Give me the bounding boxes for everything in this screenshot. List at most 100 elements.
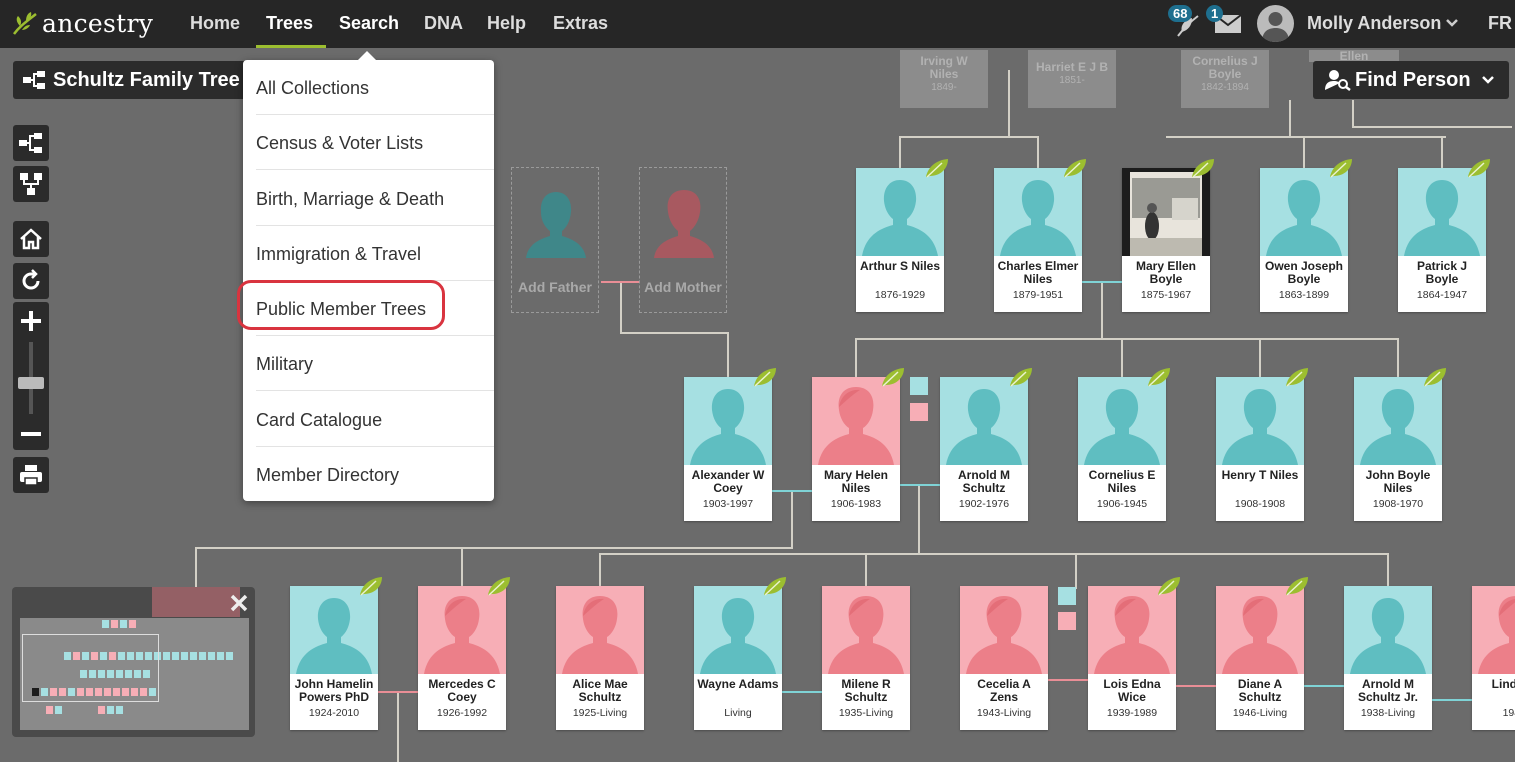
faded-person-card[interactable]: Cornelius J Boyle 1842-1894	[1181, 50, 1269, 108]
hint-leaf-icon[interactable]	[486, 575, 512, 602]
female-silhouette-icon	[960, 586, 1048, 674]
hint-leaf-icon[interactable]	[1422, 366, 1448, 393]
hint-leaf-icon[interactable]	[1284, 366, 1310, 393]
find-person-button[interactable]: Find Person	[1313, 61, 1509, 99]
spouse-male-small-icon[interactable]	[1058, 587, 1076, 605]
person-card[interactable]: Lois Edna Wice 1939-1989	[1088, 577, 1180, 730]
logo-text: ancestry	[42, 8, 154, 38]
couple-connector	[1432, 699, 1472, 701]
person-card[interactable]: Arnold M Schultz Jr. 1938-Living	[1344, 586, 1432, 730]
chevron-down-icon[interactable]	[1445, 18, 1459, 28]
language-switch[interactable]: FR	[1488, 13, 1512, 34]
person-card[interactable]: Arthur S Niles 1876-1929	[856, 159, 948, 312]
add-father-card[interactable]: Add Father	[511, 167, 599, 313]
chevron-down-icon	[1482, 76, 1494, 84]
print-button[interactable]	[13, 457, 49, 493]
person-card[interactable]: Milene R Schultz 1935-Living	[822, 586, 910, 730]
nav-help[interactable]: Help	[487, 13, 526, 34]
hint-leaf-icon[interactable]	[880, 366, 906, 393]
hint-leaf-icon[interactable]	[1190, 157, 1216, 184]
hint-leaf-icon[interactable]	[1062, 157, 1088, 184]
person-card[interactable]: Diane A Schultz 1946-Living	[1216, 577, 1308, 730]
faded-person-card[interactable]: Irving W Niles 1849-	[900, 50, 988, 108]
pedigree-view-button[interactable]	[13, 125, 49, 161]
search-menu-item[interactable]: Member Directory	[256, 465, 481, 486]
person-name: Milene R Schultz	[841, 677, 891, 704]
search-menu-item[interactable]: Military	[256, 354, 481, 375]
minimap[interactable]	[12, 587, 255, 737]
tree-title-button[interactable]: Schultz Family Tree	[13, 61, 253, 99]
minimap-viewport[interactable]	[20, 618, 249, 730]
close-icon[interactable]	[229, 593, 249, 613]
person-card[interactable]: Henry T Niles 1908-1908	[1216, 368, 1308, 521]
connector-line	[1166, 136, 1446, 138]
person-card[interactable]: Arnold M Schultz 1902-1976	[940, 368, 1032, 521]
nav-extras[interactable]: Extras	[553, 13, 608, 34]
user-avatar[interactable]	[1257, 5, 1294, 42]
nav-search[interactable]: Search	[339, 13, 399, 34]
hint-leaf-icon[interactable]	[752, 366, 778, 393]
connector-line	[855, 338, 857, 378]
ancestry-logo[interactable]: ancestry	[12, 8, 153, 38]
person-card[interactable]: Alexander W Coey 1903-1997	[684, 368, 776, 521]
hint-leaf-icon[interactable]	[1284, 575, 1310, 602]
hint-leaf-icon[interactable]	[1156, 575, 1182, 602]
hint-leaf-icon[interactable]	[1328, 157, 1354, 184]
spouse-male-small-icon[interactable]	[910, 377, 928, 395]
minimap-block	[107, 706, 114, 714]
hint-leaf-icon[interactable]	[762, 575, 788, 602]
home-person-button[interactable]	[13, 221, 49, 257]
person-dates: 1851-	[1059, 75, 1085, 86]
nav-dna[interactable]: DNA	[424, 13, 463, 34]
person-card[interactable]: Mary Ellen Boyle 1875-1967	[1122, 159, 1214, 312]
hint-leaf-icon[interactable]	[1466, 157, 1492, 184]
person-name: Henry T Niles	[1221, 468, 1299, 482]
zoom-in-icon[interactable]	[19, 309, 43, 333]
connector-line	[899, 136, 1039, 138]
connector-line	[899, 136, 901, 168]
nav-home[interactable]: Home	[190, 13, 240, 34]
hint-leaf-icon[interactable]	[1008, 366, 1034, 393]
reset-view-button[interactable]	[13, 263, 49, 299]
tree-title: Schultz Family Tree	[53, 69, 240, 91]
person-name: Irving W Niles	[920, 54, 968, 81]
person-name: Lois Edna Wice	[1103, 677, 1161, 704]
spouse-female-small-icon[interactable]	[910, 403, 928, 421]
search-menu-item[interactable]: Census & Voter Lists	[256, 133, 481, 154]
person-card[interactable]: John Hamelin Powers PhD 1924-2010	[290, 577, 382, 730]
person-dates: 1946-Living	[1232, 707, 1288, 719]
pedigree-tree-icon	[23, 71, 45, 89]
nav-trees[interactable]: Trees	[266, 13, 313, 34]
search-menu-item[interactable]: Card Catalogue	[256, 410, 481, 431]
person-card[interactable]: John Boyle Niles 1908-1970	[1354, 368, 1446, 521]
minimap-visible-frame[interactable]	[22, 634, 159, 702]
spouse-female-small-icon[interactable]	[1058, 612, 1076, 630]
person-card[interactable]: Linda Ja 1944-	[1472, 586, 1515, 730]
person-dates: 1875-1967	[1140, 289, 1192, 301]
person-dates: 1863-1899	[1278, 289, 1330, 301]
person-card[interactable]: Mercedes C Coey 1926-1992	[418, 577, 510, 730]
hint-leaf-icon[interactable]	[924, 157, 950, 184]
connector-line	[791, 491, 793, 549]
person-card[interactable]: Owen Joseph Boyle 1863-1899	[1260, 159, 1352, 312]
hint-leaf-icon[interactable]	[1146, 366, 1172, 393]
family-view-button[interactable]	[13, 166, 49, 202]
search-menu-item[interactable]: All Collections	[256, 78, 481, 99]
zoom-out-icon[interactable]	[19, 422, 43, 446]
hint-leaf-icon[interactable]	[358, 575, 384, 602]
person-card[interactable]: Alice Mae Schultz 1925-Living	[556, 586, 644, 730]
connector-line	[1075, 553, 1077, 589]
person-card[interactable]: Wayne Adams Living	[694, 577, 786, 730]
search-menu-item[interactable]: Birth, Marriage & Death	[256, 189, 481, 210]
add-mother-card[interactable]: Add Mother	[639, 167, 727, 313]
person-card[interactable]: Charles Elmer Niles 1879-1951	[994, 159, 1086, 312]
person-card[interactable]: Cornelius E Niles 1906-1945	[1078, 368, 1170, 521]
search-menu-item[interactable]: Immigration & Travel	[256, 244, 481, 265]
zoom-slider-handle[interactable]	[18, 377, 44, 389]
person-card[interactable]: Patrick J Boyle 1864-1947	[1398, 159, 1490, 312]
person-name: Arnold M Schultz Jr.	[1357, 677, 1419, 704]
person-card[interactable]: Mary Helen Niles 1906-1983	[812, 368, 904, 521]
person-card[interactable]: Cecelia A Zens 1943-Living	[960, 586, 1048, 730]
username[interactable]: Molly Anderson	[1307, 13, 1441, 34]
faded-person-card[interactable]: Harriet E J B 1851-	[1028, 50, 1116, 108]
